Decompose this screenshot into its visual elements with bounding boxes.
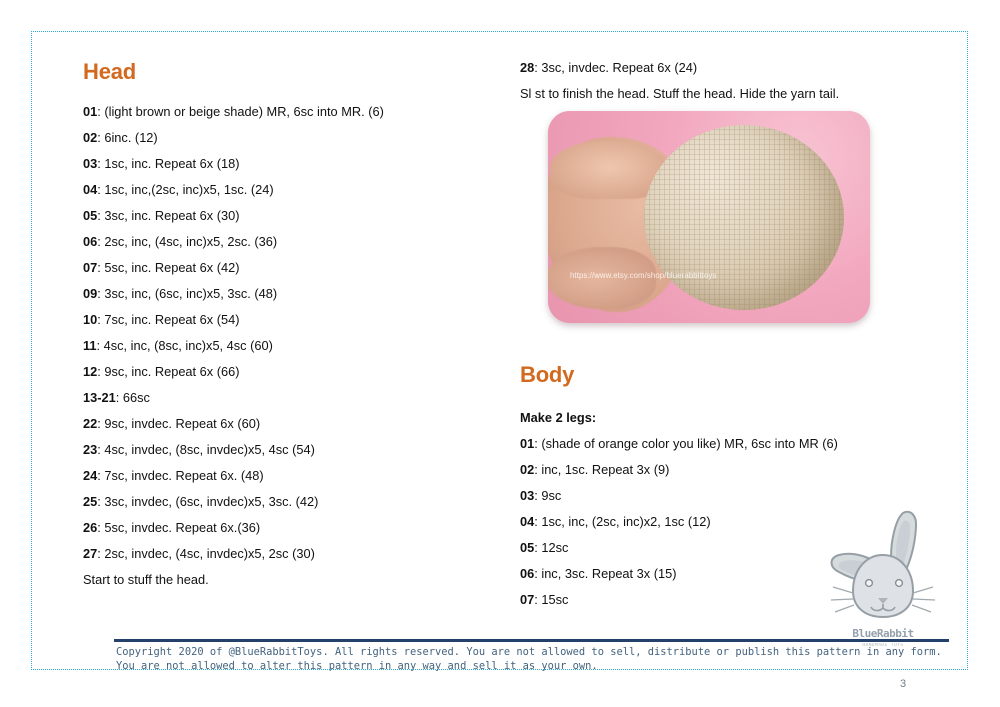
head-row-07: 07: 5sc, inc. Repeat 6x (42) (83, 260, 240, 275)
body-row-05: 05: 12sc (520, 540, 569, 555)
bunny-logo: BlueRabbit HANDMADE TOYS (821, 505, 943, 648)
head-row-05: 05: 3sc, inc. Repeat 6x (30) (83, 208, 240, 223)
footer-divider (114, 639, 949, 643)
head-finish-note: Sl st to finish the head. Stuff the head… (520, 86, 840, 101)
photo-watermark: https://www.etsy.com/shop/bluerabbittoys (570, 271, 717, 280)
head-row-01: 01: (light brown or beige shade) MR, 6sc… (83, 104, 384, 119)
body-row-06: 06: inc, 3sc. Repeat 3x (15) (520, 566, 677, 581)
head-row-11: 11: 4sc, inc, (8sc, inc)x5, 4sc (60) (83, 338, 273, 353)
head-row-04: 04: 1sc, inc,(2sc, inc)x5, 1sc. (24) (83, 182, 274, 197)
copyright-notice: Copyright 2020 of @BlueRabbitToys. All r… (116, 646, 942, 673)
head-row-28: 28: 3sc, invdec. Repeat 6x (24) (520, 60, 698, 75)
body-row-03: 03: 9sc (520, 488, 562, 503)
body-row-07: 07: 15sc (520, 592, 569, 607)
body-row-01: 01: (shade of orange color you like) MR,… (520, 436, 838, 451)
head-row-27: 27: 2sc, invdec, (4sc, invdec)x5, 2sc (3… (83, 546, 315, 561)
body-row-02: 02: inc, 1sc. Repeat 3x (9) (520, 462, 670, 477)
head-section-title: Head (83, 59, 136, 84)
body-section-title: Body (520, 362, 575, 387)
body-row-04: 04: 1sc, inc, (2sc, inc)x2, 1sc (12) (520, 514, 711, 529)
head-row-06: 06: 2sc, inc, (4sc, inc)x5, 2sc. (36) (83, 234, 278, 249)
photo-stitch-texture (644, 125, 844, 310)
head-photo: https://www.etsy.com/shop/bluerabbittoys (548, 111, 870, 323)
head-row-12: 12: 9sc, inc. Repeat 6x (66) (83, 364, 240, 379)
head-row-02: 02: 6inc. (12) (83, 130, 158, 145)
head-row-24: 24: 7sc, invdec. Repeat 6x. (48) (83, 468, 264, 483)
head-row-22: 22: 9sc, invdec. Repeat 6x (60) (83, 416, 261, 431)
head-row-23: 23: 4sc, invdec, (8sc, invdec)x5, 4sc (5… (83, 442, 315, 457)
head-row-09: 09: 3sc, inc, (6sc, inc)x5, 3sc. (48) (83, 286, 278, 301)
head-stuff-note: Start to stuff the head. (83, 572, 209, 587)
head-row-26: 26: 5sc, invdec. Repeat 6x.(36) (83, 520, 261, 535)
head-row-25: 25: 3sc, invdec, (6sc, invdec)x5, 3sc. (… (83, 494, 319, 509)
rabbit-icon (830, 510, 936, 619)
head-row-03: 03: 1sc, inc. Repeat 6x (18) (83, 156, 240, 171)
body-subtitle: Make 2 legs: (520, 410, 597, 425)
page-number: 3 (900, 678, 907, 690)
page-content: Head 01: (light brown or beige shade) MR… (31, 31, 968, 672)
photo-crochet-ball (644, 125, 844, 310)
head-row-13-21: 13-21: 66sc (83, 390, 150, 405)
head-row-10: 10: 7sc, inc. Repeat 6x (54) (83, 312, 240, 327)
